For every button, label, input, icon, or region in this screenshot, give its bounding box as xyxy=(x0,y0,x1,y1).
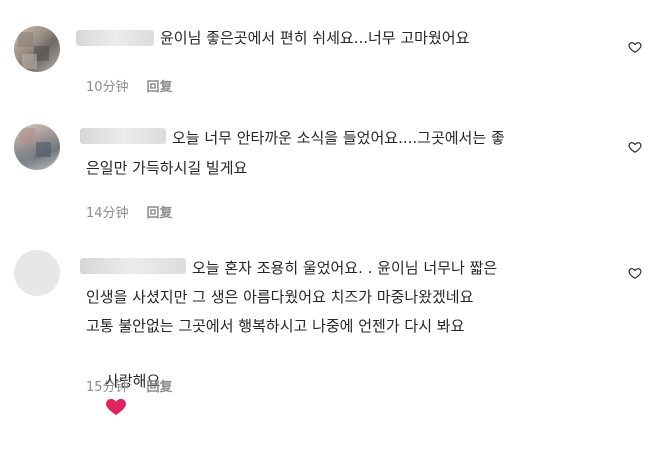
comment-meta: 10分钟 回复 xyxy=(86,76,173,95)
timestamp: 15分钟 xyxy=(86,380,129,395)
heart-outline-icon[interactable] xyxy=(628,140,642,154)
comment-text-line-2: 인생을 사셨지만 그 생은 아름다웠어요 치즈가 마중나왔겠네요 xyxy=(86,288,474,306)
comment-meta: 15分钟 回复 xyxy=(86,376,173,395)
avatar[interactable] xyxy=(14,124,60,170)
comment-text-line-4: 사랑해요 xyxy=(86,341,160,449)
avatar[interactable] xyxy=(14,26,60,72)
comment-text-line-1: 오늘 혼자 조용히 울었어요. . 윤이님 너무나 짧은 xyxy=(192,259,498,277)
reply-button[interactable]: 回复 xyxy=(147,80,173,95)
reply-button[interactable]: 回复 xyxy=(147,380,173,395)
username-redacted[interactable] xyxy=(80,128,166,144)
reply-button[interactable]: 回复 xyxy=(147,206,173,221)
comment-meta: 14分钟 回复 xyxy=(86,202,173,221)
comment-text-line-1: 오늘 너무 안타까운 소식을 들었어요....그곳에서는 좋 xyxy=(172,129,505,147)
comment-text-line-3: 고통 불안없는 그곳에서 행복하시고 나중에 언젠가 다시 봐요 xyxy=(86,317,465,335)
avatar[interactable] xyxy=(14,250,60,296)
heart-outline-icon[interactable] xyxy=(628,266,642,280)
username-redacted[interactable] xyxy=(76,30,154,46)
timestamp: 14分钟 xyxy=(86,206,129,221)
timestamp: 10分钟 xyxy=(86,80,129,95)
comment-text-line-2: 은일만 가득하시길 빌게요 xyxy=(86,159,248,177)
heart-outline-icon[interactable] xyxy=(628,40,642,54)
comment-text: 윤이님 좋은곳에서 편히 쉬세요...너무 고마웠어요 xyxy=(160,29,470,47)
username-redacted[interactable] xyxy=(80,258,186,274)
red-heart-emoji-icon xyxy=(106,398,127,416)
